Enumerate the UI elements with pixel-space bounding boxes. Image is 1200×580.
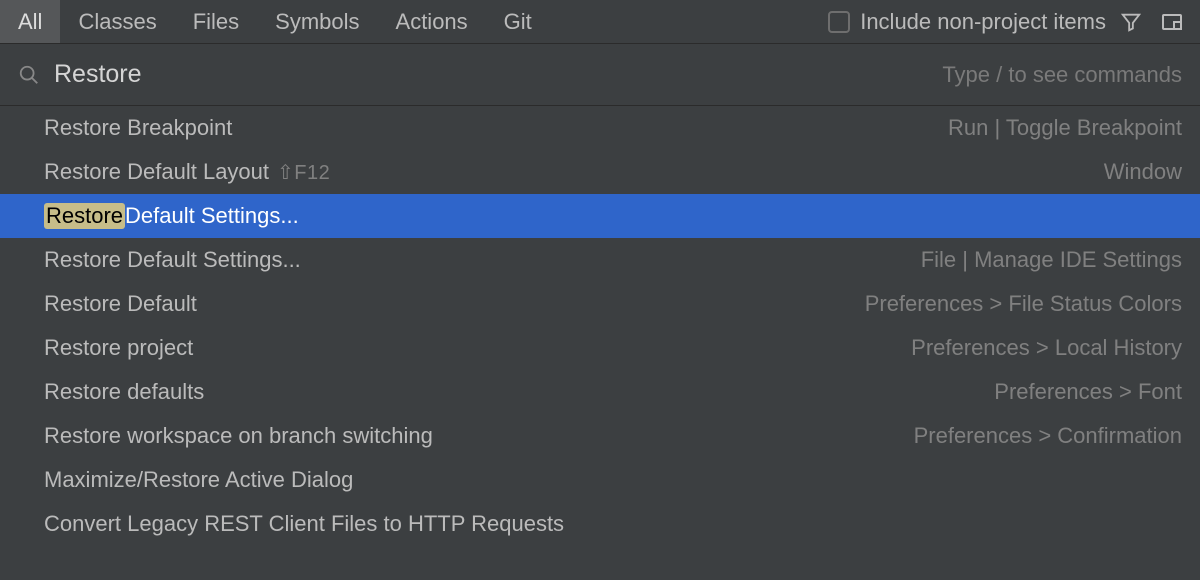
- result-row[interactable]: Restore defaults Preferences > Font: [0, 370, 1200, 414]
- tab-classes[interactable]: Classes: [60, 0, 174, 43]
- result-row[interactable]: Restore Default Preferences > File Statu…: [0, 282, 1200, 326]
- tab-git[interactable]: Git: [486, 0, 550, 43]
- result-row-selected[interactable]: Restore Default Settings...: [0, 194, 1200, 238]
- result-label: Convert Legacy REST Client Files to HTTP…: [44, 511, 564, 537]
- tab-bar: All Classes Files Symbols Actions Git In…: [0, 0, 1200, 44]
- search-hint: Type / to see commands: [942, 62, 1182, 88]
- search-icon: [18, 64, 40, 86]
- search-icon-slot: [18, 64, 54, 86]
- result-label: Restore project: [44, 335, 193, 361]
- tab-symbols[interactable]: Symbols: [257, 0, 377, 43]
- result-label: Restore Breakpoint: [44, 115, 232, 141]
- result-label-rest: Default Settings...: [125, 203, 299, 229]
- include-nonproject-checkbox[interactable]: [828, 11, 850, 33]
- search-row: Type / to see commands: [0, 44, 1200, 106]
- filter-icon[interactable]: [1120, 11, 1142, 33]
- result-label: Restore Default Layout: [44, 159, 269, 185]
- result-hint: File | Manage IDE Settings: [921, 247, 1182, 273]
- include-nonproject-container[interactable]: Include non-project items: [828, 9, 1120, 35]
- result-hint: Preferences > Confirmation: [914, 423, 1182, 449]
- toolbar-icons: [1120, 10, 1200, 34]
- tab-files[interactable]: Files: [175, 0, 257, 43]
- result-row[interactable]: Restore project Preferences > Local Hist…: [0, 326, 1200, 370]
- result-label: Restore workspace on branch switching: [44, 423, 433, 449]
- search-input[interactable]: [54, 60, 942, 89]
- result-row[interactable]: Restore Breakpoint Run | Toggle Breakpoi…: [0, 106, 1200, 150]
- result-hint: Run | Toggle Breakpoint: [948, 115, 1182, 141]
- result-label: Restore Default Settings...: [44, 247, 301, 273]
- result-row[interactable]: Restore workspace on branch switching Pr…: [0, 414, 1200, 458]
- include-nonproject-label: Include non-project items: [860, 9, 1106, 35]
- result-label: Restore Default: [44, 291, 197, 317]
- result-row[interactable]: Maximize/Restore Active Dialog: [0, 458, 1200, 502]
- results-list: Restore Breakpoint Run | Toggle Breakpoi…: [0, 106, 1200, 546]
- result-row[interactable]: Restore Default Settings... File | Manag…: [0, 238, 1200, 282]
- result-label: Restore defaults: [44, 379, 204, 405]
- tab-all[interactable]: All: [0, 0, 60, 43]
- result-shortcut: ⇧F12: [277, 160, 330, 185]
- result-row[interactable]: Convert Legacy REST Client Files to HTTP…: [0, 502, 1200, 546]
- open-in-window-icon[interactable]: [1160, 10, 1184, 34]
- result-hint: Preferences > File Status Colors: [865, 291, 1182, 317]
- result-label: Maximize/Restore Active Dialog: [44, 467, 353, 493]
- result-hint: Window: [1104, 159, 1182, 185]
- result-highlight: Restore: [44, 203, 125, 229]
- result-row[interactable]: Restore Default Layout ⇧F12 Window: [0, 150, 1200, 194]
- result-hint: Preferences > Font: [994, 379, 1182, 405]
- tab-actions[interactable]: Actions: [378, 0, 486, 43]
- result-hint: Preferences > Local History: [911, 335, 1182, 361]
